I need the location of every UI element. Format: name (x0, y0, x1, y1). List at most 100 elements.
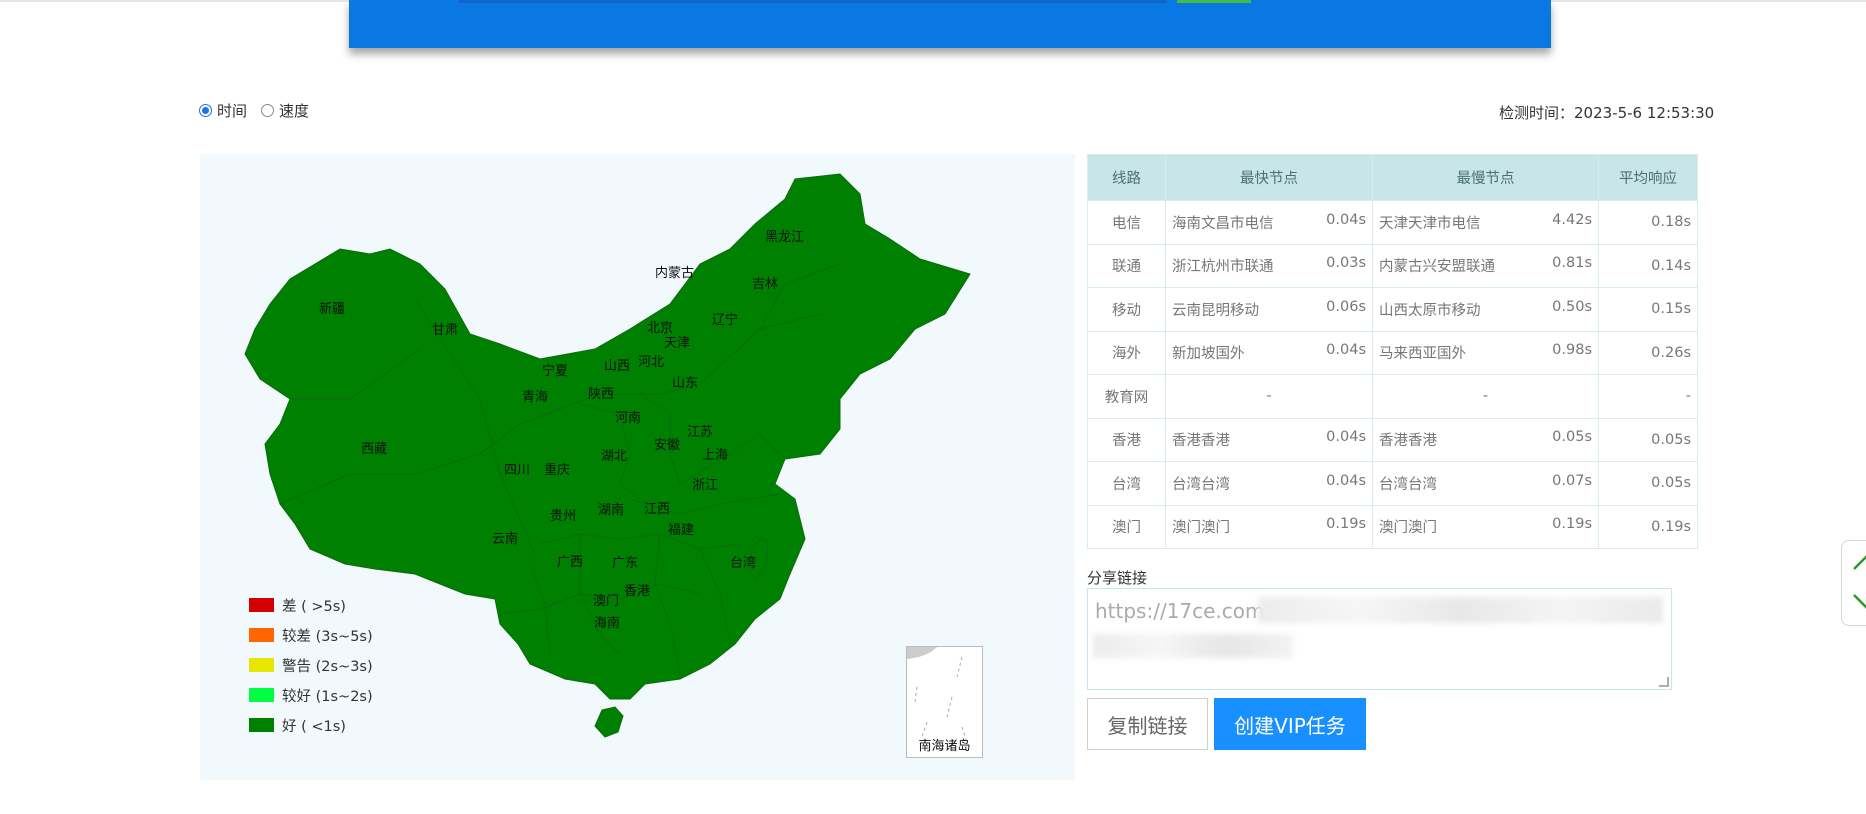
cell-slow-node: - (1372, 374, 1599, 419)
table-row: 教育网 - - - (1087, 374, 1698, 419)
node-name: 台湾台湾 (1172, 476, 1230, 493)
mode-radio-group: 时间 速度 (199, 100, 323, 121)
cell-fast-node: 浙江杭州市联通 0.03s (1165, 243, 1373, 288)
south-sea-label: 南海诸岛 (918, 739, 971, 754)
table-row: 电信 海南文昌市电信 0.04s 天津天津市电信 4.42s 0.18s (1087, 200, 1698, 245)
banner-input-edge (459, 0, 1167, 3)
legend-swatch (249, 688, 274, 702)
province-label: 湖北 (601, 449, 627, 464)
resize-handle-icon[interactable] (1659, 677, 1669, 687)
cell-fast-node: 香港香港 0.04s (1165, 417, 1373, 462)
province-label: 陕西 (588, 387, 614, 402)
redacted-link-part (1258, 597, 1663, 623)
node-time: 0.04s (1326, 429, 1366, 446)
province-label: 辽宁 (712, 312, 738, 328)
header-fast-node: 最快节点 (1165, 154, 1373, 201)
province-label: 重庆 (544, 462, 570, 478)
table-row: 香港 香港香港 0.04s 香港香港 0.05s 0.05s (1087, 417, 1698, 462)
province-label: 北京 (647, 321, 673, 336)
cell-avg: - (1598, 374, 1698, 419)
check-time: 检测时间：2023-5-6 12:53:30 (1499, 104, 1715, 122)
create-vip-task-button[interactable]: 创建VIP任务 (1214, 698, 1366, 750)
node-time: 0.07s (1552, 472, 1592, 489)
south-china-sea-inset: 南海诸岛 (906, 646, 983, 758)
node-time: 0.81s (1552, 255, 1592, 272)
chevron-down-icon[interactable] (1852, 587, 1866, 617)
speed-radio[interactable] (261, 104, 275, 117)
header-banner (349, 0, 1551, 48)
node-name: 香港香港 (1379, 433, 1437, 450)
copy-link-button[interactable]: 复制链接 (1087, 698, 1208, 750)
province-label: 台湾 (730, 555, 756, 571)
cell-line: 教育网 (1087, 374, 1166, 419)
table-row: 台湾 台湾台湾 0.04s 台湾台湾 0.07s 0.05s (1087, 461, 1698, 506)
province-label: 云南 (492, 531, 518, 547)
province-label: 山东 (672, 376, 698, 391)
node-name: - (1266, 388, 1272, 405)
province-label: 海南 (594, 615, 620, 631)
map-region-hainan (594, 706, 624, 738)
header-slow-node: 最慢节点 (1372, 154, 1599, 201)
province-label: 甘肃 (432, 323, 458, 338)
province-label: 黑龙江 (765, 230, 804, 245)
node-name: 内蒙古兴安盟联通 (1379, 259, 1495, 276)
province-label: 澳门 (593, 593, 619, 609)
province-label: 天津 (664, 336, 690, 351)
cell-fast-node: 澳门澳门 0.19s (1165, 504, 1373, 549)
cell-fast-node: 台湾台湾 0.04s (1165, 461, 1373, 506)
province-label: 上海 (702, 448, 728, 463)
legend-swatch (249, 658, 274, 672)
table-header-row: 线路 最快节点 最慢节点 平均响应 (1087, 154, 1698, 201)
cell-avg: 0.15s (1598, 287, 1698, 332)
speed-radio-label[interactable]: 速度 (279, 100, 309, 121)
cell-avg: 0.19s (1598, 504, 1698, 549)
province-label: 香港 (624, 584, 650, 599)
node-time: 4.42s (1552, 211, 1592, 228)
legend-swatch (249, 598, 274, 612)
cell-line: 海外 (1087, 330, 1166, 375)
legend-swatch (249, 628, 274, 642)
table-row: 移动 云南昆明移动 0.06s 山西太原市移动 0.50s 0.15s (1087, 287, 1698, 332)
node-name: 海南文昌市电信 (1172, 215, 1274, 232)
province-label: 内蒙古 (655, 265, 694, 281)
legend-label: 较好 (1s~2s) (282, 688, 373, 705)
cell-slow-node: 澳门澳门 0.19s (1372, 504, 1599, 549)
share-link-label: 分享链接 (1087, 569, 1148, 587)
node-name: 澳门澳门 (1379, 520, 1437, 537)
province-label: 广东 (612, 556, 638, 571)
cell-line: 澳门 (1087, 504, 1166, 549)
node-name: 云南昆明移动 (1172, 302, 1259, 319)
scroll-widget (1841, 540, 1866, 626)
legend-swatch (249, 718, 274, 732)
cell-slow-node: 香港香港 0.05s (1372, 417, 1599, 462)
province-label: 安徽 (654, 438, 680, 453)
table-row: 海外 新加坡国外 0.04s 马来西亚国外 0.98s 0.26s (1087, 330, 1698, 375)
share-link-textarea[interactable]: https://17ce.com/ (1087, 588, 1672, 690)
cell-line: 移动 (1087, 287, 1166, 332)
cell-avg: 0.14s (1598, 243, 1698, 288)
province-label: 宁夏 (542, 363, 568, 379)
time-radio[interactable] (199, 104, 212, 117)
chevron-up-icon[interactable] (1852, 547, 1866, 577)
node-name: 马来西亚国外 (1379, 346, 1466, 363)
table-row: 联通 浙江杭州市联通 0.03s 内蒙古兴安盟联通 0.81s 0.14s (1087, 243, 1698, 288)
cell-fast-node: - (1165, 374, 1373, 419)
legend-label: 好 ( <1s) (282, 718, 346, 735)
province-label: 湖南 (598, 502, 624, 518)
node-name: 天津天津市电信 (1379, 215, 1481, 232)
cell-line: 联通 (1087, 243, 1166, 288)
node-name: 香港香港 (1172, 433, 1230, 450)
cell-avg: 0.05s (1598, 461, 1698, 506)
map-legend: 差 ( >5s) 较差 (3s~5s) 警告 (2s~3s) 较好 (1s~2s… (249, 590, 373, 740)
cell-line: 香港 (1087, 417, 1166, 462)
legend-item: 差 ( >5s) (249, 590, 373, 620)
node-name: 新加坡国外 (1172, 346, 1245, 363)
node-name: - (1482, 388, 1489, 405)
province-label: 河北 (638, 355, 664, 370)
node-name: 澳门澳门 (1172, 520, 1230, 537)
node-time: 0.98s (1552, 342, 1592, 359)
node-time: 0.05s (1552, 429, 1592, 446)
legend-item: 好 ( <1s) (249, 710, 373, 740)
header-avg: 平均响应 (1598, 154, 1698, 201)
time-radio-label[interactable]: 时间 (217, 100, 247, 121)
